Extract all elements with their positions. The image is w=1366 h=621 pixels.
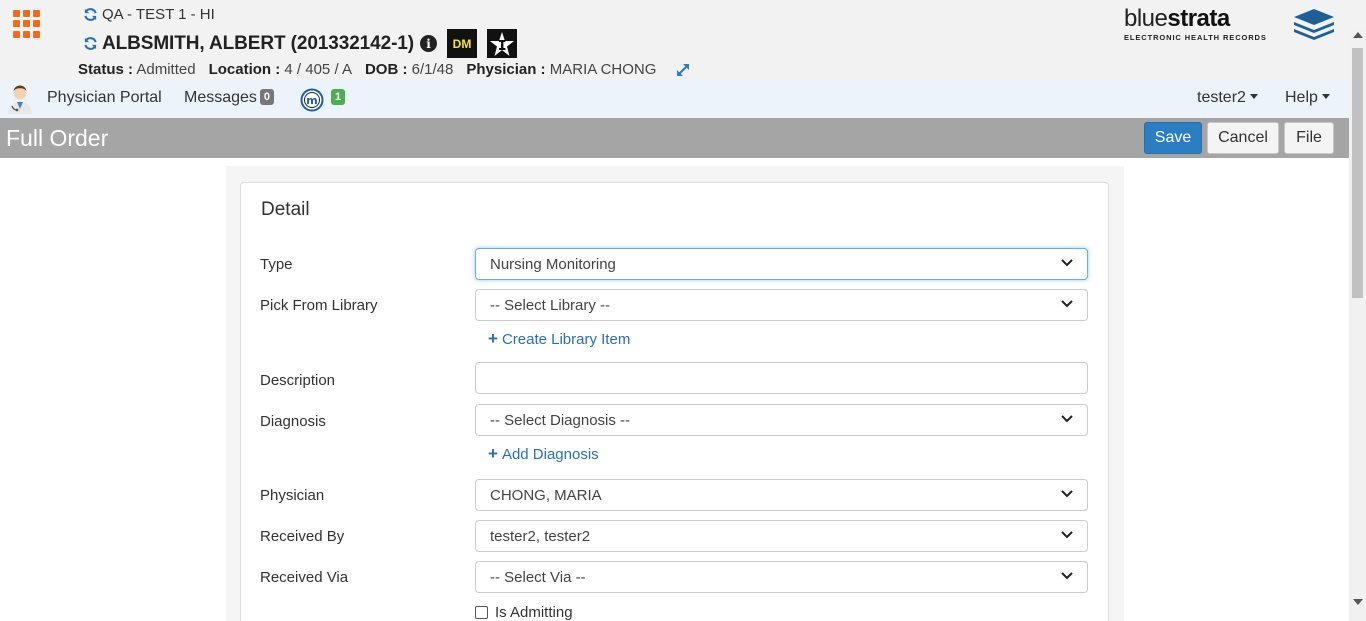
- add-diagnosis-label: Add Diagnosis: [501, 446, 599, 463]
- physician-avatar-icon: [8, 85, 32, 114]
- app-root: QA - TEST 1 - HI ALBSMITH, ALBERT (20133…: [0, 0, 1366, 621]
- logo-subtitle: ELECTRONIC HEALTH RECORDS: [1124, 33, 1267, 42]
- status-label: Status :: [78, 61, 134, 78]
- library-label: Pick From Library: [260, 297, 378, 314]
- dob-value: 6/1/48: [411, 61, 454, 78]
- physician-field: Physician : MARIA CHONG: [466, 61, 656, 78]
- refresh-icon[interactable]: [83, 7, 98, 22]
- library-select[interactable]: -- Select Library --: [475, 289, 1088, 321]
- physician-value: MARIA CHONG: [549, 61, 657, 78]
- patient-status-line: Status : Admitted Location : 4 / 405 / A…: [78, 61, 691, 78]
- type-select[interactable]: Nursing Monitoring: [475, 248, 1088, 280]
- diagnosis-label: Diagnosis: [260, 413, 326, 430]
- caret-down-icon: [1249, 94, 1258, 99]
- received-via-select-value: -- Select Via --: [490, 569, 586, 586]
- nav-physician-portal[interactable]: Physician Portal: [47, 89, 162, 107]
- user-menu[interactable]: tester2: [1197, 89, 1258, 107]
- chevron-down-icon: [1061, 572, 1073, 580]
- diagnosis-select-value: -- Select Diagnosis --: [490, 412, 631, 429]
- bluestrata-logo: bluestrata ELECTRONIC HEALTH RECORDS: [1124, 6, 1336, 46]
- physician-label: Physician :: [466, 61, 546, 78]
- facility-name: QA - TEST 1 - HI: [102, 6, 215, 23]
- status-value: Admitted: [136, 61, 196, 78]
- received-via-label: Received Via: [260, 569, 349, 586]
- refresh-patient-icon[interactable]: [83, 36, 98, 51]
- plus-icon: +: [488, 444, 498, 463]
- library-select-value: -- Select Library --: [490, 297, 611, 314]
- logo-layers-icon: [1294, 9, 1334, 40]
- scroll-down-arrow-icon[interactable]: [1353, 599, 1363, 605]
- svg-text:m: m: [306, 94, 317, 107]
- page-titlebar: Full Order Save Cancel File: [0, 118, 1349, 158]
- physician-field-label: Physician: [260, 487, 325, 504]
- page-title: Full Order: [6, 125, 109, 151]
- chevron-down-icon: [1061, 415, 1073, 423]
- received-by-select[interactable]: tester2, tester2: [475, 520, 1088, 552]
- is-admitting-label: Is Admitting: [495, 604, 573, 621]
- plus-icon: +: [488, 329, 498, 348]
- save-button[interactable]: Save: [1144, 122, 1202, 154]
- messages-count-badge: 0: [259, 89, 275, 105]
- user-menu-label: tester2: [1197, 89, 1246, 106]
- create-library-item-label: Create Library Item: [501, 331, 631, 348]
- diagnosis-select[interactable]: -- Select Diagnosis --: [475, 404, 1088, 436]
- create-library-item-link[interactable]: + Create Library Item: [488, 329, 630, 349]
- vertical-scrollbar[interactable]: [1349, 28, 1366, 621]
- facility-line: QA - TEST 1 - HI: [83, 6, 215, 23]
- caret-down-icon: [1321, 94, 1330, 99]
- physician-select[interactable]: CHONG, MARIA: [475, 479, 1088, 511]
- info-icon[interactable]: i: [420, 35, 437, 52]
- nav-messages[interactable]: Messages 0: [184, 89, 275, 107]
- chevron-down-icon: [1061, 531, 1073, 539]
- file-button[interactable]: File: [1284, 122, 1334, 154]
- m-count-badge[interactable]: 1: [331, 89, 346, 105]
- dm-badge[interactable]: DM: [447, 29, 477, 58]
- detail-heading: Detail: [261, 199, 310, 220]
- nav-messages-label: Messages: [184, 89, 257, 106]
- location-value: 4 / 405 / A: [284, 61, 352, 78]
- location-label: Location :: [208, 61, 281, 78]
- chevron-down-icon: [1061, 490, 1073, 498]
- is-admitting-row: Is Admitting: [475, 604, 573, 621]
- type-select-value: Nursing Monitoring: [490, 256, 616, 273]
- description-input[interactable]: [475, 362, 1088, 394]
- scroll-up-arrow-icon[interactable]: [1353, 32, 1363, 38]
- cancel-button[interactable]: Cancel: [1207, 122, 1279, 154]
- help-menu-label: Help: [1285, 89, 1318, 106]
- navbar: Physician Portal Messages 0 m 1 tester2 H…: [0, 80, 1366, 118]
- status-field: Status : Admitted: [78, 61, 196, 78]
- app-menu-grid-icon[interactable]: [13, 10, 41, 38]
- star-badge-icon[interactable]: [487, 29, 517, 58]
- chevron-down-icon: [1061, 300, 1073, 308]
- scroll-thumb[interactable]: [1352, 48, 1363, 298]
- received-via-select[interactable]: -- Select Via --: [475, 561, 1088, 593]
- patient-line: ALBSMITH, ALBERT (201332142-1) i DM: [83, 29, 517, 58]
- location-field: Location : 4 / 405 / A: [209, 61, 352, 78]
- patient-header: QA - TEST 1 - HI ALBSMITH, ALBERT (20133…: [0, 0, 1366, 80]
- m-logo-icon[interactable]: m: [300, 88, 324, 112]
- logo-wordmark: bluestrata: [1124, 5, 1230, 32]
- type-label: Type: [260, 256, 293, 273]
- expand-icon[interactable]: [675, 62, 691, 78]
- dob-label: DOB :: [364, 61, 408, 78]
- add-diagnosis-link[interactable]: + Add Diagnosis: [488, 444, 599, 464]
- description-label: Description: [260, 372, 336, 389]
- dob-field: DOB : 6/1/48: [365, 61, 453, 78]
- patient-name: ALBSMITH, ALBERT (201332142-1): [102, 32, 414, 54]
- received-by-select-value: tester2, tester2: [490, 528, 591, 545]
- chevron-down-icon: [1061, 259, 1073, 267]
- received-by-label: Received By: [260, 528, 345, 545]
- physician-select-value: CHONG, MARIA: [490, 487, 602, 504]
- is-admitting-checkbox[interactable]: [475, 606, 488, 619]
- help-menu[interactable]: Help: [1285, 89, 1330, 107]
